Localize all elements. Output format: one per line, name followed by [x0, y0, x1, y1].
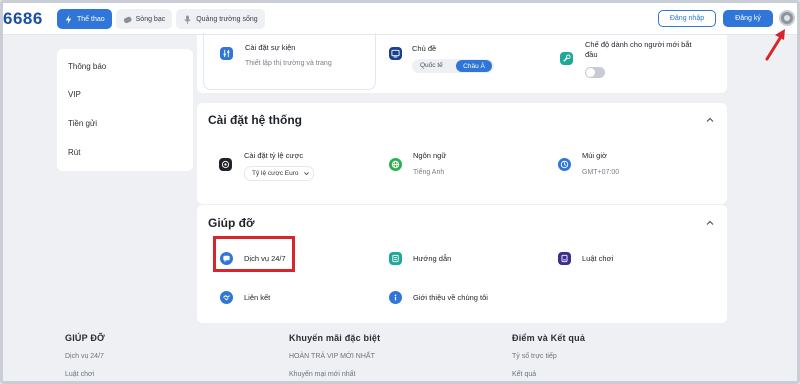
footer-help-heading: GIÚP ĐỠ	[65, 333, 105, 343]
theme-toggle: Quốc tế Châu Á	[412, 59, 494, 73]
event-settings-sub: Thiết lập thị trường và trang	[245, 60, 332, 67]
footer-scores-heading: Điểm và Kết quả	[512, 333, 586, 343]
help-title: Giúp đỡ	[208, 216, 255, 230]
site-logo[interactable]: 6686	[3, 9, 43, 29]
beginner-mode-title-line2: đầu	[585, 50, 598, 59]
site-footer: GIÚP ĐỠ Dịch vụ 24/7 Luật chơi Khuyến mã…	[3, 325, 797, 381]
event-settings-title: Cài đặt sự kiện	[245, 43, 296, 52]
rules-doc-icon	[558, 252, 571, 265]
clock-icon	[558, 158, 571, 171]
help-card: Giúp đỡ Dịch vụ 24/7 Hướng dẫn Luật chơi…	[197, 205, 727, 323]
login-button[interactable]: Đăng nhập	[658, 10, 716, 27]
theme-option-asia[interactable]: Châu Á	[456, 60, 492, 72]
footer-link-live-scores[interactable]: Tỷ số trực tiếp	[512, 353, 557, 360]
microphone-icon	[184, 14, 191, 24]
footer-link-latest-promos[interactable]: Khuyến mại mới nhất	[289, 371, 355, 378]
nav-live-square[interactable]: Quảng trường sống	[176, 9, 265, 29]
odds-settings-title: Cài đặt tỷ lệ cược	[244, 151, 304, 160]
footer-link-results[interactable]: Kết quả	[512, 371, 536, 378]
chat-icon	[220, 252, 233, 265]
footer-link-vip-rebate[interactable]: HOÀN TRẢ VIP MỚI NHẤT	[289, 353, 375, 360]
rules-link[interactable]: Luật chơi	[582, 254, 613, 263]
nav-sports[interactable]: Thể thao	[57, 9, 112, 29]
footer-promotions-heading: Khuyến mãi đặc biệt	[289, 333, 381, 343]
avatar-button[interactable]	[779, 10, 795, 26]
footer-link-rules[interactable]: Luật chơi	[65, 371, 94, 378]
timezone-value[interactable]: GMT+07:00	[582, 169, 619, 176]
sidebar-item-withdraw[interactable]: Rút	[68, 148, 80, 157]
language-value[interactable]: Tiếng Anh	[413, 169, 444, 176]
lightning-icon	[65, 14, 72, 24]
info-icon	[389, 291, 402, 304]
guide-link[interactable]: Hướng dẫn	[413, 254, 451, 263]
language-title: Ngôn ngữ	[413, 151, 447, 160]
system-settings-title: Cài đặt hệ thống	[208, 113, 302, 127]
system-settings-card: Cài đặt hệ thống Cài đặt tỷ lệ cược Tỷ l…	[197, 103, 727, 204]
register-button[interactable]: Đăng ký	[723, 10, 773, 27]
about-us-link[interactable]: Giới thiệu về chúng tôi	[413, 293, 488, 302]
book-icon	[389, 252, 402, 265]
nav-casino[interactable]: Sòng bạc	[115, 9, 173, 29]
sidebar-item-notifications[interactable]: Thông báo	[68, 62, 106, 71]
handshake-icon	[220, 291, 233, 304]
page-frame: 6686 Thể thao Sòng bạc Quảng trường sống…	[0, 0, 800, 384]
theme-icon	[389, 47, 402, 60]
nav-casino-label: Sòng bạc	[135, 15, 166, 23]
beginner-mode-title-line1: Chế độ dành cho người mới bắt	[585, 40, 692, 49]
nav-sports-label: Thể thao	[77, 15, 105, 23]
theme-title: Chủ đề	[412, 44, 437, 53]
globe-icon	[389, 158, 402, 171]
event-settings-box[interactable]: Cài đặt sự kiện Thiết lập thị trường và …	[203, 33, 376, 90]
nav-live-square-label: Quảng trường sống	[196, 15, 258, 23]
support-247-link[interactable]: Dịch vụ 24/7	[244, 254, 286, 263]
sidebar-item-deposit[interactable]: Tiền gửi	[68, 119, 97, 128]
wrench-icon	[560, 52, 573, 65]
chevron-up-icon[interactable]	[705, 115, 715, 125]
chevron-up-icon[interactable]	[705, 218, 715, 228]
beginner-mode-toggle[interactable]	[585, 67, 605, 78]
top-header: 6686 Thể thao Sòng bạc Quảng trường sống…	[3, 3, 797, 35]
timezone-title: Múi giờ	[582, 151, 607, 160]
cloud-icon	[123, 16, 132, 23]
account-sidebar: Thông báo VIP Tiền gửi Rút	[57, 49, 193, 171]
links-link[interactable]: Liên kết	[244, 293, 270, 302]
footer-link-support[interactable]: Dịch vụ 24/7	[65, 353, 104, 360]
odds-format-value: Tỷ lệ cược Euro	[252, 170, 299, 177]
chevron-down-icon	[303, 172, 309, 176]
general-settings-card: Cài đặt sự kiện Thiết lập thị trường và …	[197, 33, 727, 93]
sidebar-item-vip[interactable]: VIP	[68, 90, 81, 99]
annotation-arrow-icon	[765, 29, 785, 61]
main-nav: Thể thao Sòng bạc Quảng trường sống	[57, 9, 265, 29]
sliders-icon	[220, 47, 233, 60]
at-sign-icon	[219, 158, 232, 171]
odds-format-select[interactable]: Tỷ lệ cược Euro	[244, 166, 314, 181]
theme-option-international[interactable]: Quốc tế	[420, 62, 443, 69]
